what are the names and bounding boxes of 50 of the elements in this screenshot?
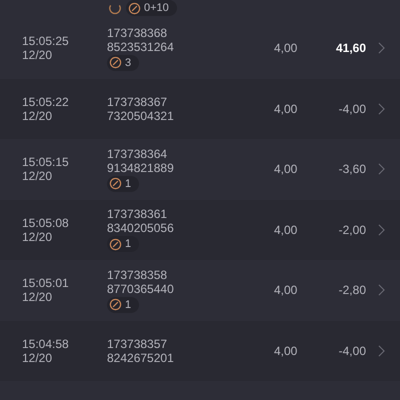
- ticket-id: 7320504321: [107, 108, 174, 123]
- round-id: 173738364: [107, 146, 168, 161]
- bet-time: 15:04:58: [22, 336, 70, 351]
- bet-time: 15:05:25: [22, 34, 70, 48]
- bet-date: 12/20: [22, 169, 54, 184]
- round-id: 173738368: [107, 26, 168, 40]
- round-id: 173738357: [107, 336, 168, 351]
- chevron-right-icon: [378, 163, 385, 176]
- result-amount: -3,60: [338, 162, 366, 176]
- multiplier-badge: 3: [107, 54, 140, 71]
- round-id: 173738361: [107, 207, 168, 222]
- multiplier-badge: 1: [107, 176, 140, 192]
- stake-amount: 4,00: [273, 222, 298, 237]
- list-row[interactable]: 15:05:22 12/20 173738367 7320504321 4,00 -4,00: [0, 78, 400, 139]
- ticket-id: 8770365440: [107, 282, 174, 296]
- bet-time: 15:05:15: [22, 155, 70, 170]
- bet-date: 12/20: [22, 230, 54, 244]
- bet-date: 12/20: [22, 108, 54, 123]
- stake-amount: 4,00: [273, 41, 298, 56]
- result-amount: -4,00: [338, 102, 366, 116]
- stake-amount: 4,00: [273, 162, 298, 176]
- list-row[interactable]: 15:05:08 12/20 173738361 8340205056 1 4,00 -2,00: [0, 200, 400, 260]
- chevron-right-icon: [378, 42, 385, 54]
- bet-date: 12/20: [22, 290, 54, 304]
- result-amount: 41,60: [334, 41, 366, 56]
- chevron-right-icon: [378, 344, 385, 357]
- stake-amount: 4,00: [273, 283, 298, 298]
- result-amount: -2,80: [338, 283, 366, 298]
- bet-time: 15:05:08: [22, 216, 70, 230]
- ticket-id: 9134821889: [107, 160, 174, 175]
- result-amount: -2,00: [338, 222, 366, 237]
- chevron-right-icon: [378, 102, 385, 115]
- chevron-right-icon: [378, 284, 385, 296]
- multiplier-badge: 0+10: [126, 0, 177, 16]
- list-row[interactable]: 15:04:58 12/20 173738357 8242675201 4,00 -4,00: [0, 320, 400, 381]
- multiplier-badge: 1: [107, 236, 140, 252]
- bet-time: 15:05:22: [22, 94, 70, 109]
- chevron-right-icon: [378, 224, 385, 236]
- ticket-id: 8523531264: [107, 40, 174, 54]
- result-amount: -4,00: [338, 344, 366, 358]
- multiplier-badge: 1: [107, 296, 140, 313]
- bet-date: 12/20: [22, 350, 54, 365]
- bet-time: 15:05:01: [22, 276, 70, 290]
- stake-amount: 4,00: [273, 344, 298, 358]
- stake-amount: 4,00: [273, 102, 298, 116]
- ticket-id: 8242675201: [107, 350, 174, 365]
- bet-date: 12/20: [22, 48, 54, 62]
- round-id: 173738358: [107, 268, 168, 282]
- ticket-id: 8340205056: [107, 221, 174, 236]
- round-id: 173738367: [107, 94, 168, 109]
